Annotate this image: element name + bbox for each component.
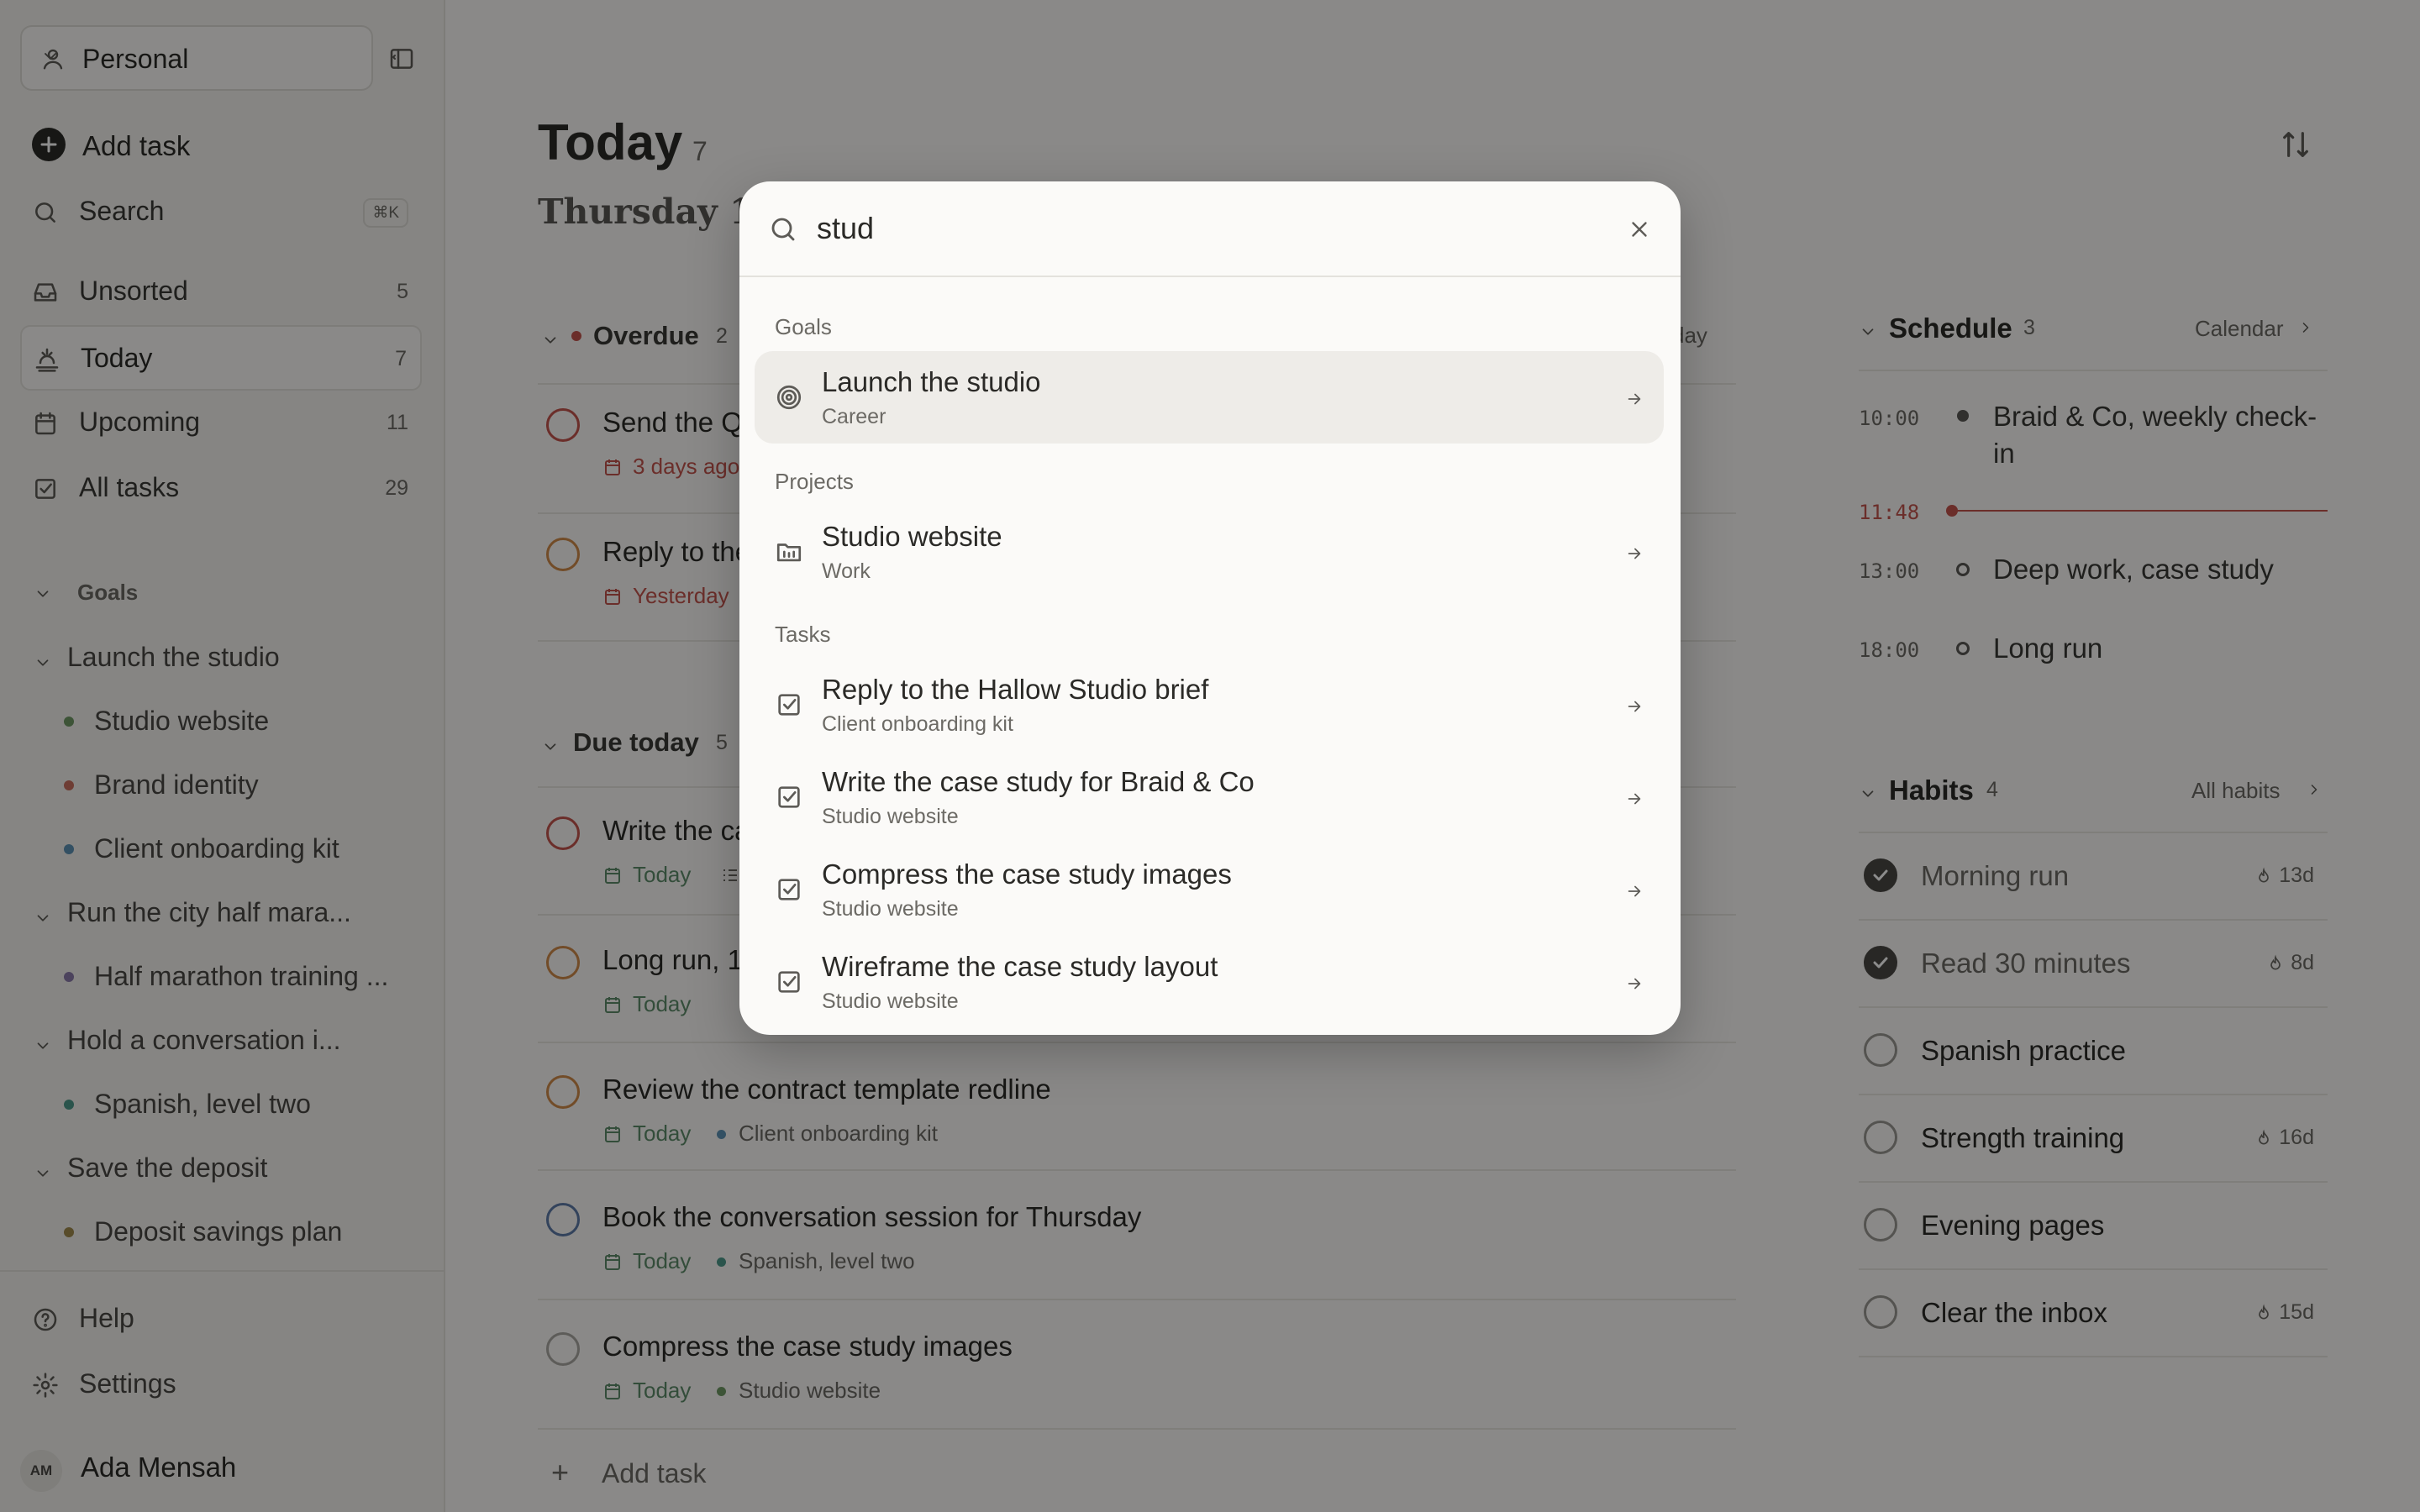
- arrow-right-icon: [1628, 701, 1641, 712]
- arrow-right-icon: [1628, 393, 1641, 405]
- arrow-right-icon: [1628, 548, 1641, 559]
- arrow-right-icon: [1628, 978, 1641, 990]
- result-subtitle: Studio website: [822, 805, 959, 828]
- palette-section-tasks: Tasks: [775, 622, 831, 647]
- result-subtitle: Work: [822, 559, 871, 583]
- result-subtitle: Career: [822, 405, 886, 428]
- result-title: Wireframe the case study layout: [822, 951, 1218, 982]
- palette-result-goal[interactable]: Launch the studio Career: [755, 351, 1664, 444]
- palette-section-projects: Projects: [775, 469, 854, 494]
- arrow-right-icon: [1628, 793, 1641, 805]
- palette-search-input[interactable]: [817, 205, 1573, 252]
- result-title: Studio website: [822, 521, 1002, 552]
- result-subtitle: Studio website: [822, 990, 959, 1013]
- close-icon[interactable]: [1627, 217, 1652, 242]
- folder-icon: [776, 543, 802, 562]
- palette-result-task[interactable]: Reply to the Hallow Studio brief Client …: [755, 659, 1664, 751]
- result-subtitle: Client onboarding kit: [822, 712, 1013, 736]
- result-title: Write the case study for Braid & Co: [822, 766, 1255, 797]
- palette-section-goals: Goals: [775, 314, 832, 339]
- checkbox-icon: [778, 786, 800, 808]
- result-title: Reply to the Hallow Studio brief: [822, 674, 1209, 705]
- target-icon: [776, 385, 802, 410]
- palette-result-task[interactable]: Wireframe the case study layout Studio w…: [755, 936, 1664, 1028]
- palette-result-task[interactable]: Write the case study for Braid & Co Stud…: [755, 751, 1664, 843]
- search-palette: Goals Launch the studio Career Projects …: [739, 181, 1681, 1035]
- result-subtitle: Studio website: [822, 897, 959, 921]
- checkbox-icon: [778, 879, 800, 900]
- palette-result-project[interactable]: Studio website Work: [755, 506, 1664, 598]
- search-icon: [771, 218, 795, 241]
- arrow-right-icon: [1628, 885, 1641, 897]
- palette-result-task[interactable]: Compress the case study images Studio we…: [755, 843, 1664, 936]
- result-title: Launch the studio: [822, 366, 1041, 397]
- result-title: Compress the case study images: [822, 858, 1232, 890]
- checkbox-icon: [778, 694, 800, 716]
- checkbox-icon: [778, 971, 800, 993]
- palette-search-bar: [739, 181, 1681, 277]
